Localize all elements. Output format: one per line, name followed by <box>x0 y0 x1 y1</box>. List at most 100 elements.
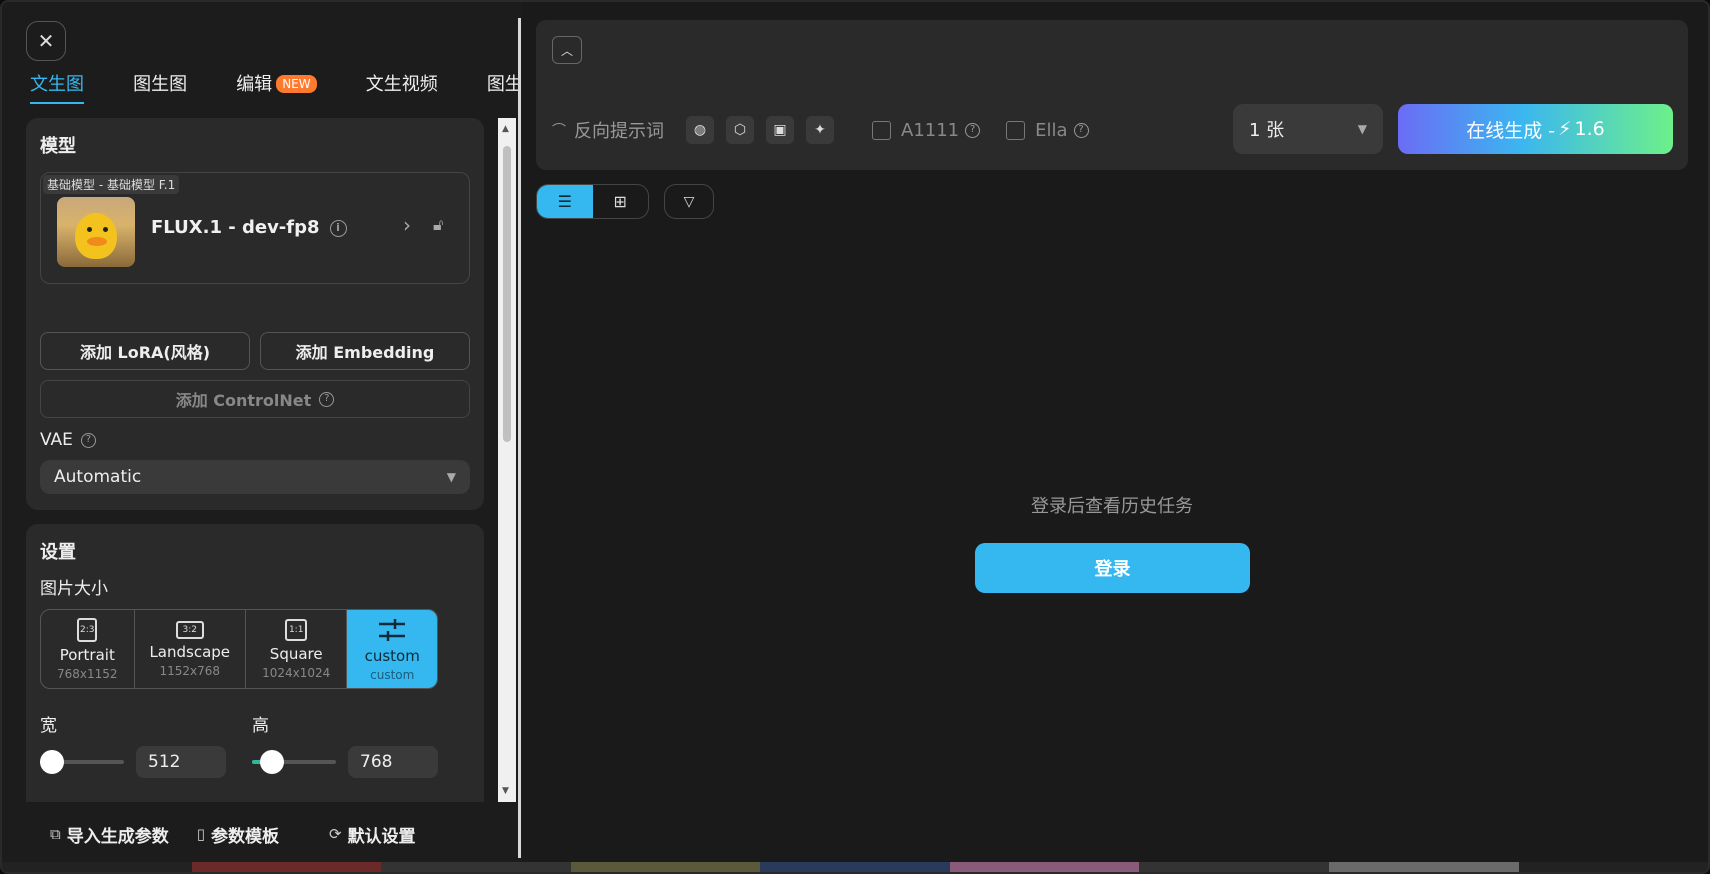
tab-image-to-video[interactable]: 图生视 <box>487 70 520 104</box>
unlock-icon[interactable]: 🔓︎ <box>433 215 443 235</box>
import-params-label: 导入生成参数 <box>66 826 169 847</box>
model-selector[interactable]: 基础模型 - 基础模型 F.1 FLUX.1 - dev-fp8 i › 🔓︎ <box>40 172 470 284</box>
size-name: Portrait <box>59 645 115 664</box>
grid-view-button[interactable]: ⊞ <box>593 185 649 218</box>
tab-image-to-image[interactable]: 图生图 <box>133 70 187 104</box>
size-custom[interactable]: custom custom <box>347 610 437 688</box>
model-title: 模型 <box>40 136 76 157</box>
model-name: FLUX.1 - dev-fp8 i <box>151 217 347 238</box>
size-landscape[interactable]: 3:2 Landscape 1152x768 <box>135 610 246 688</box>
help-icon[interactable]: ? <box>965 122 981 138</box>
panel-divider[interactable] <box>518 18 521 858</box>
ratio-square-icon: 1:1 <box>285 618 308 641</box>
mode-tabs: 文生图 图生图 编辑NEW 文生视频 图生视 <box>30 70 520 106</box>
width-input[interactable] <box>136 746 226 778</box>
addon-buttons: 添加 LoRA(风格) 添加 Embedding <box>40 332 470 370</box>
model-tag: 基础模型 - 基础模型 F.1 <box>43 175 180 194</box>
ratio-portrait-icon: 2:3 <box>77 617 98 642</box>
height-slider-thumb[interactable] <box>260 750 284 774</box>
prompt-options: ⌒ 反向提示词 ◍ ⬡ ▣ ✦ A1111 ? Ella ? <box>552 112 1089 148</box>
empty-history-message: 登录后查看历史任务 <box>1031 496 1193 517</box>
size-square[interactable]: 1:1 Square 1024x1024 <box>246 610 348 688</box>
size-dims: 1152x768 <box>159 663 221 678</box>
scrollbar-thumb[interactable] <box>503 146 511 442</box>
scroll-down-icon[interactable]: ▼ <box>502 786 509 796</box>
new-badge: NEW <box>276 75 317 93</box>
chevron-right-icon[interactable]: › <box>403 213 411 237</box>
negative-prompt-toggle[interactable]: ⌒ 反向提示词 <box>552 117 664 143</box>
image-card-icon[interactable]: ▣ <box>766 116 794 144</box>
vae-label: VAE ? <box>40 430 470 450</box>
collapse-button[interactable]: ︿ <box>552 36 582 64</box>
param-template-label: 参数模板 <box>210 826 279 847</box>
width-slider-row <box>40 746 228 778</box>
ratio-landscape-icon: 3:2 <box>175 620 204 639</box>
help-icon[interactable]: ? <box>319 391 335 407</box>
help-icon[interactable]: ? <box>1073 122 1089 138</box>
vae-select[interactable]: Automatic ▼ <box>40 460 470 494</box>
negative-prompt-label: 反向提示词 <box>574 121 664 142</box>
width-control: 宽 <box>40 711 228 778</box>
scrollbar[interactable]: ▲ ▼ <box>498 118 516 802</box>
duck-image <box>75 213 117 259</box>
size-dims: 1024x1024 <box>262 665 331 680</box>
filter-button[interactable]: ▽ <box>664 184 714 219</box>
param-template-button[interactable]: ▯ 参数模板 <box>197 822 279 847</box>
height-label: 高 <box>252 716 269 736</box>
a1111-label: A1111 <box>901 119 960 141</box>
height-slider[interactable] <box>252 750 336 774</box>
height-input[interactable] <box>348 746 438 778</box>
ella-checkbox[interactable]: Ella ? <box>1006 119 1089 141</box>
add-embedding-button[interactable]: 添加 Embedding <box>260 332 470 370</box>
vae-label-text: VAE <box>40 430 73 450</box>
image-count-value: 1 张 <box>1249 120 1285 141</box>
size-name: Square <box>269 644 323 663</box>
tab-edit[interactable]: 编辑 NEW <box>236 70 317 104</box>
add-controlnet-button[interactable]: 添加 ControlNet ? <box>40 380 470 418</box>
a1111-checkbox[interactable]: A1111 ? <box>872 119 981 141</box>
ella-label: Ella <box>1035 119 1068 141</box>
left-footer: ⧉ 导入生成参数 ▯ 参数模板 ⟳ 默认设置 <box>2 802 522 866</box>
add-controlnet-label: 添加 ControlNet <box>175 391 312 410</box>
app-window: ✕ 文生图 图生图 编辑NEW 文生视频 图生视 模型 基础模型 - 基础模型 … <box>0 0 1710 874</box>
width-slider[interactable] <box>40 750 124 774</box>
lightning-icon: ⚡︎ <box>1558 118 1572 140</box>
generate-label: 在线生成 - <box>1466 119 1556 142</box>
width-slider-thumb[interactable] <box>40 750 64 774</box>
chevron-up-icon: ︿ <box>560 43 573 58</box>
import-icon: ⧉ <box>50 825 61 843</box>
globe-icon[interactable]: ◍ <box>686 116 714 144</box>
height-slider-row <box>252 746 440 778</box>
scroll-up-icon[interactable]: ▲ <box>502 124 509 134</box>
list-view-button[interactable]: ☰ <box>537 185 593 218</box>
image-size-label: 图片大小 <box>40 579 108 599</box>
help-icon[interactable]: ? <box>80 432 96 448</box>
info-icon[interactable]: i <box>329 220 347 237</box>
size-dims: custom <box>370 667 415 682</box>
book-icon: ▯ <box>196 825 205 843</box>
checkbox-box[interactable] <box>1006 120 1026 140</box>
default-settings-button[interactable]: ⟳ 默认设置 <box>329 822 416 847</box>
view-toggle: ☰ ⊞ <box>536 184 649 219</box>
cube-icon[interactable]: ⬡ <box>726 116 754 144</box>
duck-eye <box>103 227 108 232</box>
grid-icon: ⊞ <box>613 192 627 211</box>
login-button[interactable]: 登录 <box>975 543 1250 593</box>
tab-text-to-image[interactable]: 文生图 <box>30 70 84 104</box>
height-control: 高 <box>252 711 440 778</box>
close-button[interactable]: ✕ <box>26 21 66 61</box>
image-size-options: 2:3 Portrait 768x1152 3:2 Landscape 1152… <box>40 609 438 689</box>
generate-button[interactable]: 在线生成 - ⚡︎ 1.6 <box>1398 104 1673 154</box>
left-panel: ✕ 文生图 图生图 编辑NEW 文生视频 图生视 模型 基础模型 - 基础模型 … <box>2 2 522 872</box>
duck-beak <box>87 237 107 246</box>
import-params-button[interactable]: ⧉ 导入生成参数 <box>50 822 169 847</box>
model-thumbnail <box>57 197 135 267</box>
magic-wand-icon[interactable]: ✦ <box>806 116 834 144</box>
default-settings-label: 默认设置 <box>347 826 416 847</box>
checkbox-box[interactable] <box>872 120 891 140</box>
size-portrait[interactable]: 2:3 Portrait 768x1152 <box>41 610 135 688</box>
add-lora-button[interactable]: 添加 LoRA(风格) <box>40 332 250 370</box>
settings-scroll-area[interactable]: 模型 基础模型 - 基础模型 F.1 FLUX.1 - dev-fp8 i › 🔓… <box>26 118 484 802</box>
tab-text-to-video[interactable]: 文生视频 <box>366 70 438 104</box>
image-count-select[interactable]: 1 张 ▼ <box>1233 104 1383 154</box>
